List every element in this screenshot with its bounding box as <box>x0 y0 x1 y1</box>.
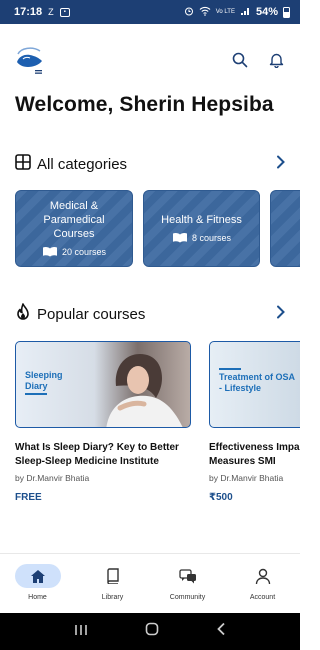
alarm-icon <box>184 6 194 19</box>
nav-community[interactable]: Community <box>150 554 225 613</box>
nav-library[interactable]: Library <box>75 554 150 613</box>
bottom-nav: Home Library Community Account <box>0 553 300 613</box>
category-count: 20 courses <box>42 246 106 259</box>
chat-icon <box>165 564 211 588</box>
z-icon: Z <box>48 7 54 17</box>
battery-icon <box>283 6 290 18</box>
nav-label: Library <box>101 594 124 601</box>
nav-account[interactable]: Account <box>225 554 300 613</box>
signal-icon <box>240 6 251 19</box>
battery-percent: 54% <box>255 6 278 18</box>
recent-apps-icon[interactable] <box>74 623 88 641</box>
popular-header: Popular courses <box>15 302 286 326</box>
grid-icon <box>15 153 31 175</box>
nav-label: Account <box>249 594 276 601</box>
category-name: Medical & Paramedical Courses <box>43 199 105 240</box>
home-system-icon[interactable] <box>145 622 159 641</box>
person-icon <box>240 564 286 588</box>
status-time: 17:18 <box>14 6 43 18</box>
categories-header: All categories <box>15 153 286 175</box>
course-thumbnail: Treatment of OSA - Lifestyle <box>209 341 300 428</box>
category-count-text: 8 courses <box>191 233 232 243</box>
course-title: What Is Sleep Diary? Key to Better Sleep… <box>15 442 179 467</box>
category-card[interactable] <box>270 190 300 267</box>
course-tag: Sleeping Diary <box>25 370 63 391</box>
course-card[interactable]: Sleeping Diary What Is Sleep Diary? Key … <box>15 341 191 551</box>
course-author: by Dr.Manvir Bhatia <box>209 473 284 483</box>
network-label: Vo LTE <box>215 9 235 15</box>
course-author: by Dr.Manvir Bhatia <box>15 473 90 483</box>
course-carousel: Sleeping Diary What Is Sleep Diary? Key … <box>15 341 300 551</box>
course-thumbnail: Sleeping Diary <box>15 341 191 428</box>
welcome-heading: Welcome, Sherin Hepsiba <box>15 93 274 116</box>
search-icon[interactable] <box>230 50 250 70</box>
status-bar: 17:18 Z ▪ Vo LTE 54% <box>0 0 300 24</box>
popular-title: Popular courses <box>37 305 146 323</box>
course-price: FREE <box>15 492 42 503</box>
category-count: 8 courses <box>172 232 231 245</box>
home-icon <box>14 564 61 588</box>
tag-underline <box>25 393 47 395</box>
course-price: ₹500 <box>209 492 233 503</box>
system-nav-bar <box>0 613 300 650</box>
category-card[interactable]: Medical & Paramedical Courses 20 courses <box>15 190 133 267</box>
flame-icon <box>15 302 31 326</box>
woman-image <box>106 354 183 427</box>
sim-icon: ▪ <box>59 7 70 17</box>
back-icon[interactable] <box>216 622 226 641</box>
nav-home[interactable]: Home <box>0 554 75 613</box>
nav-label: Community <box>169 594 206 601</box>
chevron-right-icon[interactable] <box>276 305 286 324</box>
category-carousel: Medical & Paramedical Courses 20 courses… <box>15 190 300 268</box>
bell-icon[interactable] <box>266 50 286 70</box>
app-screen: 17:18 Z ▪ Vo LTE 54% Welcome, Sherin Hep… <box>0 0 300 650</box>
course-card[interactable]: Treatment of OSA - Lifestyle Effectivene… <box>209 341 300 551</box>
chevron-right-icon[interactable] <box>276 155 286 174</box>
category-card[interactable]: Health & Fitness 8 courses <box>143 190 260 267</box>
open-book-icon <box>172 232 188 245</box>
app-logo <box>14 42 46 78</box>
categories-title: All categories <box>37 155 128 173</box>
wifi-icon <box>199 6 211 19</box>
tag-underline <box>219 368 241 370</box>
nav-label: Home <box>28 594 47 601</box>
category-count-text: 20 courses <box>61 247 107 257</box>
category-name: Health & Fitness <box>161 213 242 226</box>
course-title: Effectiveness Impa Lifestyle Measures SM… <box>209 442 300 467</box>
course-tag: Treatment of OSA - Lifestyle <box>219 372 295 393</box>
open-book-icon <box>42 246 58 259</box>
app-header <box>14 40 286 80</box>
book-icon <box>90 564 136 588</box>
